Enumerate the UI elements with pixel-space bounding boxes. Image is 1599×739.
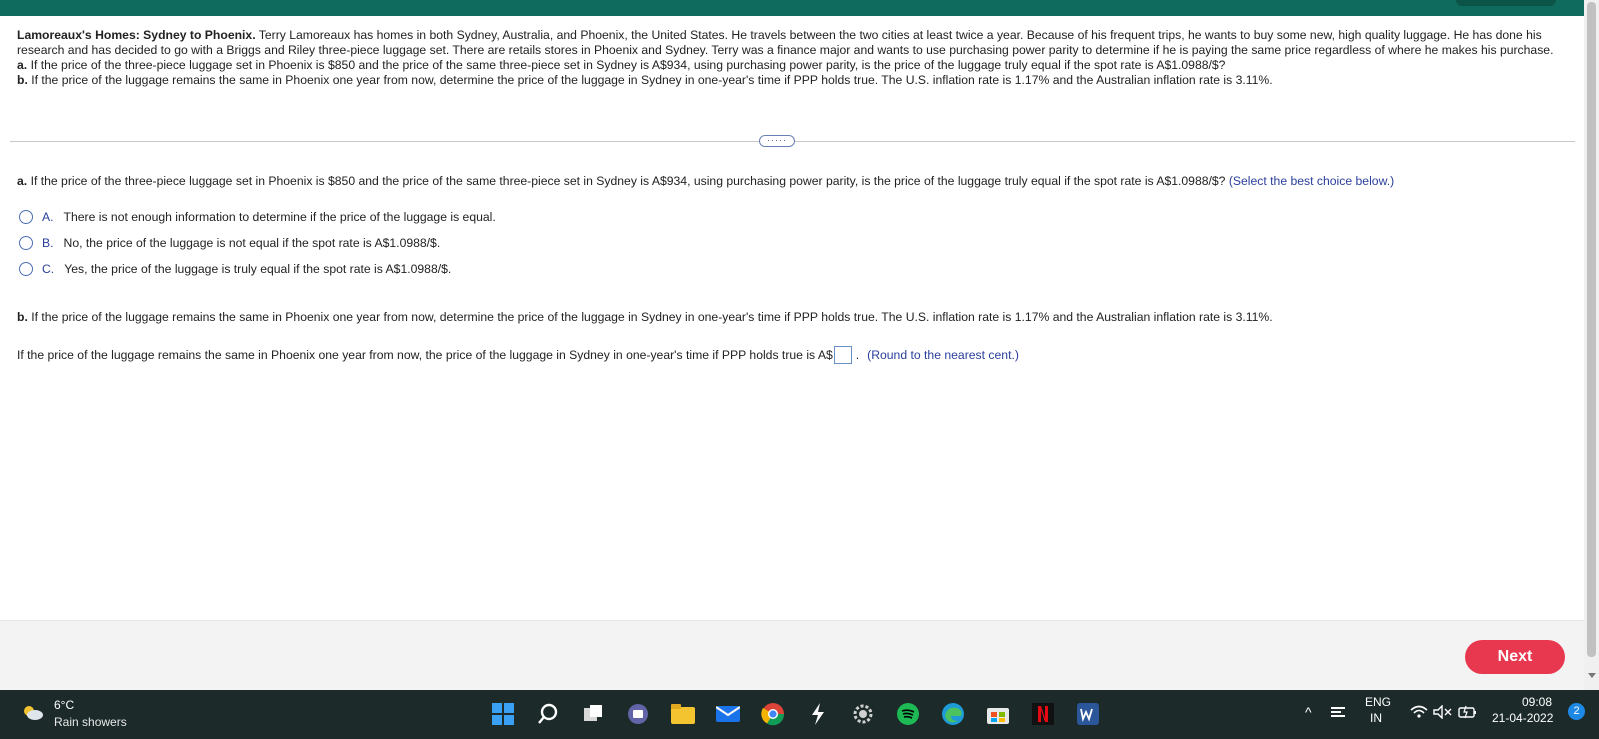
scroll-down-icon[interactable] xyxy=(1588,673,1596,678)
chevron-up-icon[interactable]: ^ xyxy=(1305,704,1312,720)
question-a-label: a. xyxy=(17,174,28,188)
weather-description[interactable]: Rain showers xyxy=(54,715,127,729)
answer-line: If the price of the luggage remains the … xyxy=(17,346,1019,364)
battery-icon[interactable] xyxy=(1458,704,1478,723)
question-a-hint: (Select the best choice below.) xyxy=(1228,174,1395,188)
choice-b-text: No, the price of the luggage is not equa… xyxy=(63,236,441,250)
word-icon[interactable] xyxy=(1073,699,1103,729)
chrome-icon[interactable] xyxy=(758,699,788,729)
radio-choice-c[interactable] xyxy=(19,262,33,276)
choice-b[interactable]: B. No, the price of the luggage is not e… xyxy=(19,234,440,252)
question-b-text: If the price of the luggage remains the … xyxy=(31,310,1273,324)
radio-choice-b[interactable] xyxy=(19,236,33,250)
problem-part-b-label: b. xyxy=(17,73,28,87)
spotify-icon[interactable] xyxy=(893,699,923,729)
teams-chat-icon[interactable] xyxy=(623,699,653,729)
question-b-label: b. xyxy=(17,310,28,324)
language-indicator-bottom[interactable]: IN xyxy=(1370,711,1382,725)
file-explorer-icon[interactable] xyxy=(668,699,698,729)
expand-more-button[interactable]: ····· xyxy=(759,135,795,147)
rain-cloud-icon[interactable] xyxy=(22,704,44,722)
store-icon[interactable] xyxy=(983,699,1013,729)
task-view-icon[interactable] xyxy=(578,699,608,729)
wifi-icon[interactable] xyxy=(1410,705,1428,722)
answer-suffix: . xyxy=(855,348,860,362)
choice-b-letter: B. xyxy=(42,236,54,250)
volume-muted-icon[interactable] xyxy=(1433,704,1453,722)
answer-prefix: If the price of the luggage remains the … xyxy=(17,348,833,362)
answer-input[interactable] xyxy=(833,346,852,364)
problem-title: Lamoreaux's Homes: Sydney to Phoenix. xyxy=(17,28,256,42)
choice-c-text: Yes, the price of the luggage is truly e… xyxy=(64,262,452,276)
vertical-scrollbar[interactable] xyxy=(1584,0,1599,690)
choice-a-text: There is not enough information to deter… xyxy=(63,210,496,224)
mail-icon[interactable] xyxy=(713,699,743,729)
choice-c-letter: C. xyxy=(42,262,55,276)
search-icon[interactable] xyxy=(533,699,563,729)
input-keyboard-icon[interactable] xyxy=(1330,704,1346,723)
header-button[interactable] xyxy=(1456,0,1556,6)
footer-bar xyxy=(0,620,1584,690)
clock-time[interactable]: 09:08 xyxy=(1522,695,1552,709)
next-button[interactable]: Next xyxy=(1465,640,1565,674)
main-content: Lamoreaux's Homes: Sydney to Phoenix. Te… xyxy=(0,16,1584,620)
scrollbar-thumb[interactable] xyxy=(1587,2,1596,657)
choice-a[interactable]: A. There is not enough information to de… xyxy=(19,208,496,226)
lightning-app-icon[interactable] xyxy=(803,699,833,729)
clock-date[interactable]: 21-04-2022 xyxy=(1492,711,1553,725)
windows-start-icon[interactable] xyxy=(488,699,518,729)
problem-part-a: If the price of the three-piece luggage … xyxy=(30,58,1226,72)
question-a: a. If the price of the three-piece lugga… xyxy=(17,174,1577,188)
netflix-icon[interactable] xyxy=(1028,699,1058,729)
problem-part-b: If the price of the luggage remains the … xyxy=(31,73,1273,87)
settings-icon[interactable] xyxy=(848,699,878,729)
problem-statement: Lamoreaux's Homes: Sydney to Phoenix. Te… xyxy=(17,28,1557,88)
question-a-text: If the price of the three-piece luggage … xyxy=(30,174,1226,188)
question-b: b. If the price of the luggage remains t… xyxy=(17,310,1273,324)
choice-a-letter: A. xyxy=(42,210,54,224)
problem-part-a-label: a. xyxy=(17,58,28,72)
weather-temperature[interactable]: 6°C xyxy=(54,698,74,712)
windows-taskbar: 6°C Rain showers ^ ENG IN 09:08 21-04-20… xyxy=(0,690,1599,739)
choice-c[interactable]: C. Yes, the price of the luggage is trul… xyxy=(19,260,451,278)
language-indicator-top[interactable]: ENG xyxy=(1365,695,1391,709)
notification-badge[interactable]: 2 xyxy=(1568,703,1585,720)
top-header-bar xyxy=(0,0,1584,16)
radio-choice-a[interactable] xyxy=(19,210,33,224)
answer-hint: (Round to the nearest cent.) xyxy=(867,348,1019,362)
edge-icon[interactable] xyxy=(938,699,968,729)
